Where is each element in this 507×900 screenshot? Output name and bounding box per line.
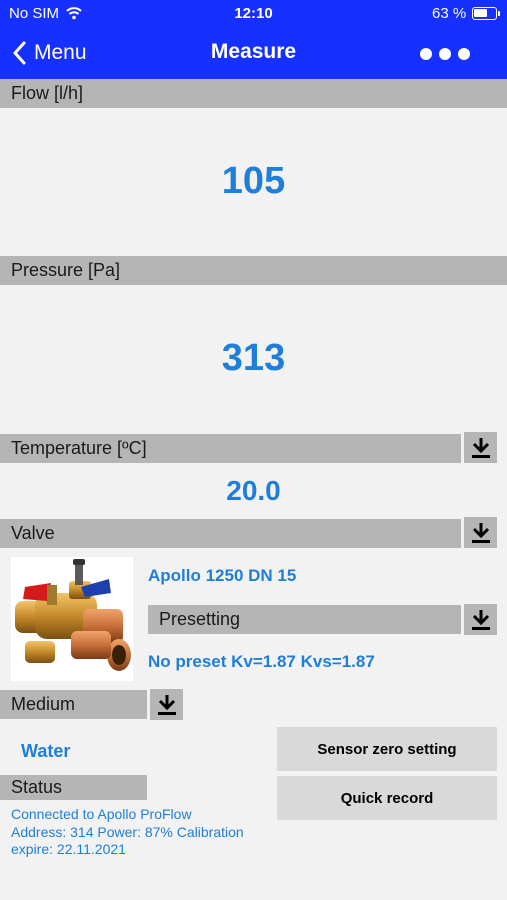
flow-value: 105 xyxy=(221,160,286,202)
valve-download-button[interactable] xyxy=(464,517,497,548)
preset-value: No preset Kv=1.87 Kvs=1.87 xyxy=(148,652,375,671)
status-bar: No SIM 12:10 63 % xyxy=(0,0,507,28)
download-icon xyxy=(471,437,490,458)
download-icon xyxy=(471,522,490,543)
dot-icon xyxy=(420,48,432,60)
flow-section-header: Flow [l/h] xyxy=(0,79,507,108)
status-line: expire: 22.11.2021 xyxy=(11,841,126,857)
valve-section-header: Valve xyxy=(0,519,461,548)
status-section-header: Status xyxy=(0,775,147,800)
medium-download-button[interactable] xyxy=(150,689,183,720)
connection-status-text: Connected to Apollo ProFlow Address: 314… xyxy=(11,806,281,859)
presetting-download-button[interactable] xyxy=(464,604,497,635)
pressure-value: 313 xyxy=(221,337,286,379)
dot-icon xyxy=(439,48,451,60)
medium-section-header: Medium xyxy=(0,690,147,719)
valve-name: Apollo 1250 DN 15 xyxy=(148,566,297,585)
temperature-section-header: Temperature [ºC] xyxy=(0,434,461,463)
status-line: Connected to Apollo ProFlow xyxy=(11,806,192,822)
valve-product-image xyxy=(11,557,133,681)
dot-icon xyxy=(458,48,470,60)
nav-bar: Menu Measure xyxy=(0,28,507,79)
pressure-section-header: Pressure [Pa] xyxy=(0,256,507,285)
battery-percent: 63 % xyxy=(432,5,467,22)
clock: 12:10 xyxy=(234,5,273,22)
temperature-value: 20.0 xyxy=(226,475,281,506)
download-icon xyxy=(157,694,176,715)
battery-icon xyxy=(472,7,500,20)
sensor-zero-setting-button[interactable]: Sensor zero setting xyxy=(277,727,497,771)
more-options-button[interactable] xyxy=(420,42,470,66)
download-icon xyxy=(471,609,490,630)
presetting-section-header: Presetting xyxy=(148,605,461,634)
medium-value: Water xyxy=(21,741,71,761)
temperature-download-button[interactable] xyxy=(464,432,497,463)
status-line: Address: 314 Power: 87% Calibration xyxy=(11,823,244,840)
quick-record-button[interactable]: Quick record xyxy=(277,776,497,820)
